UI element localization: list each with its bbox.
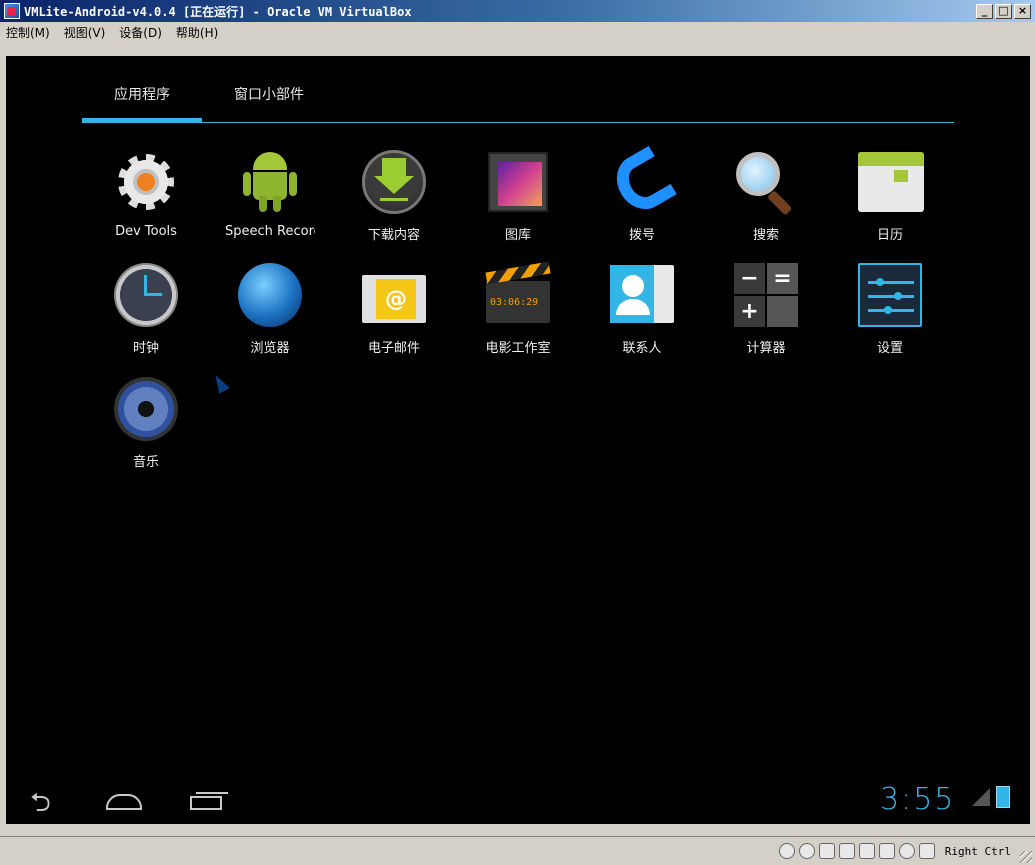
status-clock[interactable]: 3:55 xyxy=(880,782,955,817)
signal-icon xyxy=(972,788,990,806)
usb-icon[interactable] xyxy=(819,843,835,859)
app-dev-tools[interactable]: Dev Tools xyxy=(84,144,208,254)
globe-icon xyxy=(236,261,304,329)
clapboard-time: 03:06:29 xyxy=(490,297,538,308)
menu-view[interactable]: 视图(V) xyxy=(64,24,106,41)
app-label: 设置 xyxy=(877,337,903,356)
tab-divider xyxy=(82,122,954,123)
app-calendar[interactable]: 日历 xyxy=(828,144,952,254)
gallery-icon xyxy=(484,148,552,216)
menu-devices[interactable]: 设备(D) xyxy=(119,24,162,41)
clapboard-icon: 03:06:29 xyxy=(484,261,552,329)
menu-bar: 控制(M) 视图(V) 设备(D) 帮助(H) xyxy=(0,22,1035,42)
app-clock[interactable]: 时钟 xyxy=(84,257,208,367)
calculator-icon: − = + xyxy=(732,261,800,329)
calendar-icon xyxy=(856,148,924,216)
optical-drive-icon[interactable] xyxy=(799,843,815,859)
gear-icon xyxy=(112,148,180,216)
recent-apps-icon[interactable] xyxy=(190,790,222,810)
menu-help[interactable]: 帮助(H) xyxy=(176,24,218,41)
menu-control[interactable]: 控制(M) xyxy=(6,24,50,41)
status-icons xyxy=(779,843,935,859)
app-label: 日历 xyxy=(877,224,903,243)
app-label: 联系人 xyxy=(622,337,661,356)
hard-disk-icon[interactable] xyxy=(779,843,795,859)
app-music[interactable]: 音乐 xyxy=(84,371,208,481)
app-email[interactable]: @ 电子邮件 xyxy=(332,257,456,367)
calc-key-equals: = xyxy=(767,263,798,294)
app-speech-record[interactable]: Speech Record xyxy=(208,144,332,254)
speaker-icon xyxy=(112,375,180,443)
search-icon xyxy=(732,148,800,216)
app-label: Dev Tools xyxy=(115,224,177,239)
battery-icon xyxy=(996,786,1010,808)
app-label: 计算器 xyxy=(746,337,785,356)
maximize-button[interactable]: □ xyxy=(995,4,1012,19)
home-icon[interactable] xyxy=(106,790,142,810)
app-label: 下载内容 xyxy=(368,224,420,243)
virtualbox-app-icon[interactable] xyxy=(4,3,20,19)
app-label: 拨号 xyxy=(629,224,655,243)
calc-key-blank xyxy=(767,296,798,327)
shared-folder-icon[interactable] xyxy=(859,843,875,859)
mouse-integration-icon[interactable] xyxy=(899,843,915,859)
resize-grip-icon[interactable] xyxy=(1020,851,1032,863)
app-label: 图库 xyxy=(505,224,531,243)
host-key-label: Right Ctrl xyxy=(945,845,1011,858)
app-calculator[interactable]: − = + 计算器 xyxy=(704,257,828,367)
download-icon xyxy=(360,148,428,216)
clock-icon xyxy=(112,261,180,329)
email-icon: @ xyxy=(360,261,428,329)
app-label: 电影工作室 xyxy=(485,337,550,356)
keyboard-capture-icon[interactable] xyxy=(919,843,935,859)
app-label: 时钟 xyxy=(133,337,159,356)
launcher-tabs: 应用程序 窗口小部件 xyxy=(82,56,954,124)
app-label: 浏览器 xyxy=(250,337,289,356)
network-icon[interactable] xyxy=(839,843,855,859)
android-nav-bar: ⮌ xyxy=(6,776,1030,824)
app-search[interactable]: 搜索 xyxy=(704,144,828,254)
app-label: 电子邮件 xyxy=(368,337,420,356)
mouse-pointer-icon xyxy=(210,372,229,394)
android-icon xyxy=(236,148,304,216)
settings-icon xyxy=(856,261,924,329)
vbox-status-bar: Right Ctrl xyxy=(0,836,1035,865)
vm-display[interactable]: 应用程序 窗口小部件 Dev Tools Speech Record 下载内容 … xyxy=(6,56,1030,824)
tab-apps[interactable]: 应用程序 xyxy=(114,84,170,104)
app-downloads[interactable]: 下载内容 xyxy=(332,144,456,254)
minimize-button[interactable]: _ xyxy=(976,4,993,19)
tab-widgets[interactable]: 窗口小部件 xyxy=(234,84,304,104)
app-phone[interactable]: 拨号 xyxy=(580,144,704,254)
phone-icon xyxy=(608,148,676,216)
app-contacts[interactable]: 联系人 xyxy=(580,257,704,367)
app-movie-studio[interactable]: 03:06:29 电影工作室 xyxy=(456,257,580,367)
app-label: Speech Record xyxy=(225,224,315,239)
window-titlebar[interactable]: VMLite-Android-v4.0.4 [正在运行] - Oracle VM… xyxy=(0,0,1035,22)
app-label: 音乐 xyxy=(133,451,159,470)
contacts-icon xyxy=(608,261,676,329)
window-title: VMLite-Android-v4.0.4 [正在运行] - Oracle VM… xyxy=(24,3,976,20)
close-button[interactable]: × xyxy=(1014,4,1031,19)
virtualization-icon[interactable] xyxy=(879,843,895,859)
app-label: 搜索 xyxy=(753,224,779,243)
active-tab-indicator xyxy=(82,118,202,123)
calc-key-plus: + xyxy=(734,296,765,327)
calc-key-minus: − xyxy=(734,263,765,294)
app-gallery[interactable]: 图库 xyxy=(456,144,580,254)
app-settings[interactable]: 设置 xyxy=(828,257,952,367)
window-controls: _ □ × xyxy=(976,4,1031,19)
back-icon[interactable]: ⮌ xyxy=(30,790,51,816)
app-browser[interactable]: 浏览器 xyxy=(208,257,332,367)
email-at-glyph: @ xyxy=(376,279,416,319)
